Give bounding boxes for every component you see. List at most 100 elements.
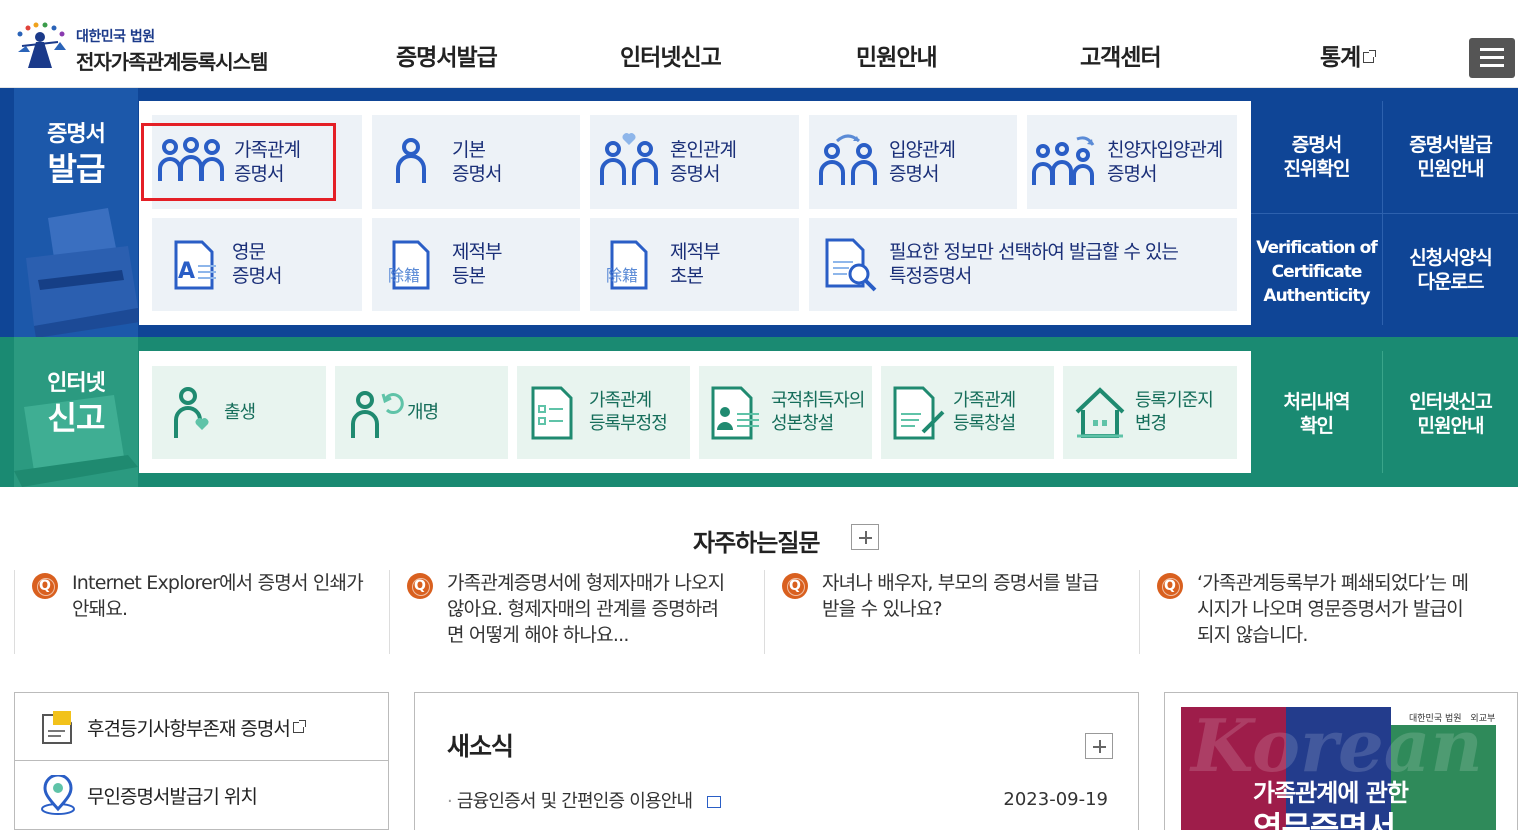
tile-label-line1: 가족관계 (589, 390, 652, 411)
nav-civil-guide[interactable]: 민원안내 (856, 38, 938, 72)
nav-certificates[interactable]: 증명서발급 (396, 38, 498, 72)
checklist-icon (531, 386, 573, 440)
tile-domicile-change[interactable]: 등록기준지 변경 (1063, 366, 1237, 459)
nav-statistics[interactable]: 통계 (1320, 38, 1377, 72)
side-line2: 민원안내 (1417, 158, 1485, 180)
faq-line: 면 어떻게 해야 하나요... (447, 624, 629, 646)
tile-removed-register-extract[interactable]: 除籍 제적부 초본 (590, 218, 799, 311)
nav-internet-report[interactable]: 인터넷신고 (620, 38, 722, 72)
side-line3: Authenticity (1263, 286, 1370, 306)
menu-icon-bar (1480, 56, 1504, 59)
hamburger-menu-button[interactable] (1469, 38, 1515, 78)
english-certificate-banner[interactable]: Korean 대한민국 법원 외교부 가족관계에 관한 영문증명서 (1181, 707, 1496, 830)
quick-link-text: 후견등기사항부존재 증명서 (87, 718, 291, 740)
tile-label-line2: 등록창설 (953, 413, 1016, 434)
banner-logos: 대한민국 법원 외교부 (1409, 711, 1495, 724)
tile-label-line1: 개명 (407, 402, 439, 423)
side-divider (1251, 213, 1518, 214)
tile-full-adoption-certificate[interactable]: 친양자입양관계 증명서 (1027, 115, 1237, 209)
tile-label-line2: 등본 (452, 265, 486, 287)
nav-statistics-label: 통계 (1320, 45, 1361, 71)
printer-icon (26, 208, 138, 337)
certificate-document-icon (42, 711, 72, 744)
document-icon: 除籍 (388, 240, 440, 290)
tile-birth-report[interactable]: 출생 (152, 366, 326, 459)
verification-link[interactable]: Verification of Certificate Authenticity (1251, 236, 1382, 308)
tile-label-line1: 출생 (224, 402, 256, 423)
adoption-icon (819, 134, 877, 185)
guardianship-certificate-link[interactable]: 후견등기사항부존재 증명서 (15, 693, 388, 761)
news-box: 새소식 · 금융인증서 및 간편인증 이용안내 2023-09-19 (414, 692, 1139, 830)
news-more-button[interactable] (1085, 733, 1113, 759)
certificate-section-label: 증명서 발급 (14, 88, 138, 337)
faq-more-button[interactable] (851, 524, 879, 550)
external-link-icon (1363, 50, 1377, 63)
house-icon (1075, 387, 1125, 438)
tile-label-line1: 등록기준지 (1135, 390, 1214, 411)
tile-marriage-certificate[interactable]: 혼인관계 증명서 (590, 115, 799, 209)
tile-label-line1: 국적취득자의 (771, 390, 865, 411)
faq-line: 자녀나 배우자, 부모의 증명서를 발급 (822, 572, 1099, 594)
side-line1: 증명서발급 (1409, 134, 1492, 156)
couple-heart-icon (600, 133, 658, 185)
faq-title: 자주하는질문 (693, 529, 820, 557)
org-name: 대한민국 법원 (76, 29, 155, 45)
tile-rename-report[interactable]: 개명 (335, 366, 508, 459)
court-emblem-icon (17, 22, 66, 68)
tile-adoption-certificate[interactable]: 입양관계 증명서 (809, 115, 1017, 209)
report-section-label: 인터넷 신고 (14, 337, 138, 487)
tile-register-creation[interactable]: 가족관계 등록창설 (881, 366, 1054, 459)
processing-status-link[interactable]: 처리내역 확인 (1251, 390, 1382, 438)
birth-icon (174, 387, 209, 438)
form-download-link[interactable]: 신청서양식 다운로드 (1383, 246, 1518, 294)
side-line1: Verification of (1256, 238, 1377, 258)
tile-label-line2: 성본창설 (771, 413, 834, 434)
tile-label-line1: 영문 (232, 241, 266, 263)
site-header: 대한민국 법원 전자가족관계등록시스템 증명서발급 인터넷신고 민원안내 고객센… (0, 0, 1518, 88)
tile-specific-certificate[interactable]: 필요한 정보만 선택하여 발급할 수 있는 특정증명서 (809, 218, 1237, 311)
side-line1: 인터넷신고 (1409, 391, 1492, 413)
tile-english-certificate[interactable]: A 영문 증명서 (152, 218, 362, 311)
side-line1: 처리내역 (1283, 391, 1351, 413)
cert-authenticity-link[interactable]: 증명서 진위확인 (1251, 133, 1382, 181)
faq-line: 안돼요. (72, 598, 128, 620)
faq-line: 가족관계증명서에 형제자매가 나오지 (447, 572, 725, 594)
id-document-icon (711, 386, 759, 440)
section-title-big: 신고 (47, 399, 106, 437)
quick-link-label: 무인증명서발급기 위치 (87, 786, 258, 808)
tile-label-line1: 입양관계 (889, 139, 956, 161)
tile-label-line1: 필요한 정보만 선택하여 발급할 수 있는 (889, 241, 1179, 263)
faq-item[interactable]: Q ‘가족관계등록부가 폐쇄되었다’는 메 시지가 나오며 영문증명서가 발급이… (1139, 570, 1513, 654)
section-title-big: 발급 (47, 150, 106, 188)
selected-tile-highlight (141, 123, 336, 201)
faq-question: 가족관계증명서에 형제자매가 나오지 않아요. 형제자매의 관계를 증명하려 면… (447, 570, 725, 648)
tile-removed-register-copy[interactable]: 除籍 제적부 등본 (372, 218, 580, 311)
create-document-icon (893, 386, 945, 440)
side-line1: 신청서양식 (1409, 247, 1492, 269)
faq-question: 자녀나 배우자, 부모의 증명서를 발급 받을 수 있나요? (822, 570, 1099, 622)
tile-label-line1: 혼인관계 (670, 139, 737, 161)
tile-label-line2: 변경 (1135, 413, 1167, 434)
kiosk-location-link[interactable]: 무인증명서발급기 위치 (15, 761, 388, 829)
nav-customer-center[interactable]: 고객센터 (1080, 38, 1162, 72)
tile-register-correction[interactable]: 가족관계 등록부정정 (517, 366, 690, 459)
report-guide-link[interactable]: 인터넷신고 민원안내 (1383, 390, 1518, 438)
faq-line: 받을 수 있나요? (822, 598, 943, 620)
tile-label-line1: 제적부 (670, 241, 720, 263)
news-item-link[interactable]: · 금융인증서 및 간편인증 이용안내 (447, 787, 722, 813)
site-name: 전자가족관계등록시스템 (76, 50, 268, 74)
faq-line: 되지 않습니다. (1197, 624, 1308, 646)
faq-item[interactable]: Q 자녀나 배우자, 부모의 증명서를 발급 받을 수 있나요? (764, 570, 1138, 654)
tile-label-line2: 증명서 (1107, 163, 1157, 185)
tile-basic-certificate[interactable]: 기본 증명서 (372, 115, 580, 209)
cert-guide-link[interactable]: 증명서발급 민원안내 (1383, 133, 1518, 181)
tile-surname-creation[interactable]: 국적취득자의 성본창설 (699, 366, 872, 459)
menu-icon-bar (1480, 64, 1504, 67)
new-post-icon (707, 796, 722, 808)
side-line2: 민원안내 (1417, 415, 1485, 437)
faq-question: ‘가족관계등록부가 폐쇄되었다’는 메 시지가 나오며 영문증명서가 발급이 되… (1197, 570, 1469, 648)
faq-item[interactable]: Q 가족관계증명서에 형제자매가 나오지 않아요. 형제자매의 관계를 증명하려… (389, 570, 763, 654)
faq-item[interactable]: Q Internet Explorer에서 증명서 인쇄가 안돼요. (14, 570, 388, 654)
site-logo[interactable]: 대한민국 법원 전자가족관계등록시스템 (14, 20, 294, 76)
banner-logo-mofa: 외교부 (1470, 714, 1496, 724)
